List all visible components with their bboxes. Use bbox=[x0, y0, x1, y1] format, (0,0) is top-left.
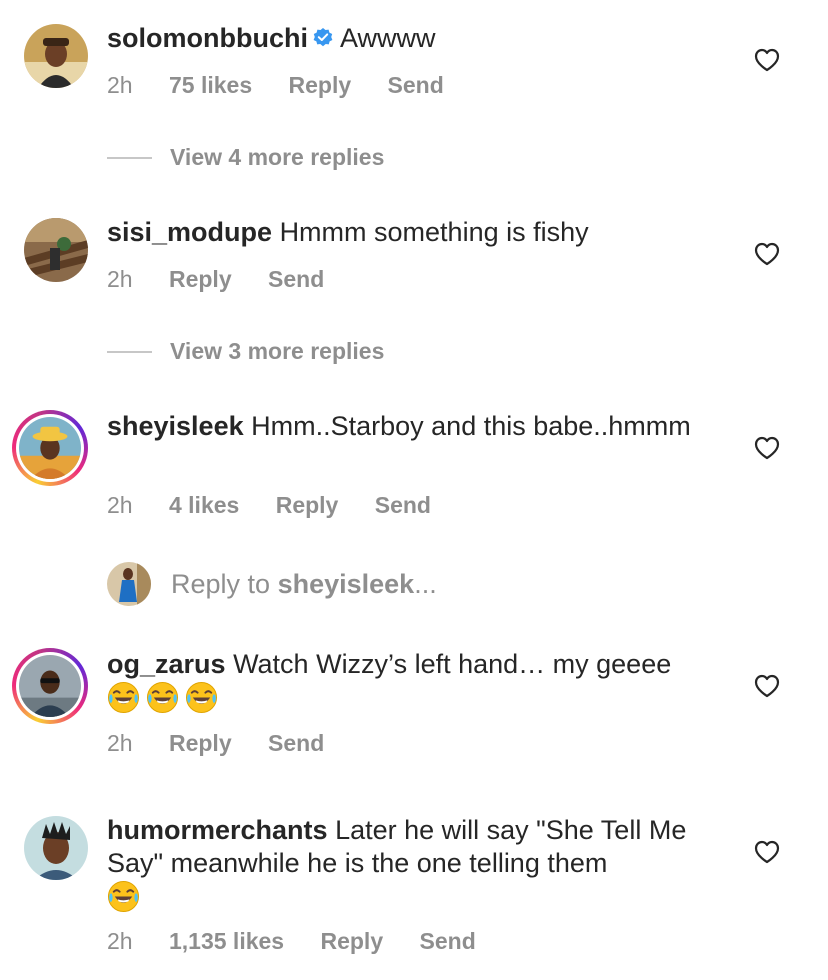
verified-badge-icon bbox=[313, 28, 333, 47]
avatar-image bbox=[19, 417, 81, 479]
comment-text-line: og_zarus Watch Wizzy’s left hand… my gee… bbox=[107, 648, 727, 716]
comment-time: 2h bbox=[107, 492, 133, 518]
view-more-replies-label: View 3 more replies bbox=[170, 338, 385, 364]
comment-text: Hmm..Starboy and this babe..hmmm bbox=[251, 411, 691, 441]
heart-outline-icon[interactable] bbox=[754, 674, 780, 698]
comment-meta: 2h 4 likes Reply Send bbox=[107, 492, 431, 519]
avatar-solomonbbuchi[interactable] bbox=[24, 24, 88, 88]
comment-time: 2h bbox=[107, 72, 133, 98]
comment-username[interactable]: og_zarus bbox=[107, 649, 226, 679]
reply-to-prefix: Reply to bbox=[171, 568, 271, 599]
comment-text-line: sisi_modupe Hmmm something is fishy bbox=[107, 216, 727, 249]
divider-line bbox=[107, 156, 152, 159]
comment-meta: 2h 1,135 likes Reply Send bbox=[107, 928, 476, 955]
heart-outline-icon[interactable] bbox=[754, 436, 780, 460]
divider-line bbox=[107, 350, 152, 353]
likes-count[interactable]: 1,135 likes bbox=[169, 928, 284, 955]
avatar-image bbox=[19, 655, 81, 717]
face-with-tears-of-joy-emoji bbox=[146, 681, 179, 714]
comment-text: Watch Wizzy’s left hand… my geeee bbox=[233, 649, 672, 679]
avatar-og_zarus[interactable] bbox=[12, 648, 88, 724]
send-button[interactable]: Send bbox=[268, 730, 324, 757]
reply-button[interactable]: Reply bbox=[320, 928, 383, 955]
send-button[interactable]: Send bbox=[375, 492, 431, 519]
reply-button[interactable]: Reply bbox=[169, 730, 232, 757]
comment-username[interactable]: humormerchants bbox=[107, 815, 328, 845]
comment-text-line: solomonbbuchi Awwww bbox=[107, 22, 727, 55]
reply-button[interactable]: Reply bbox=[276, 492, 339, 519]
comment-username[interactable]: solomonbbuchi bbox=[107, 23, 308, 53]
comment-text-line: sheyisleek Hmm..Starboy and this babe..h… bbox=[107, 410, 727, 443]
send-button[interactable]: Send bbox=[388, 72, 444, 99]
comment-meta: 2h Reply Send bbox=[107, 730, 324, 757]
story-ring bbox=[16, 414, 84, 482]
current-user-avatar bbox=[107, 562, 151, 606]
face-with-tears-of-joy-emoji bbox=[185, 681, 218, 714]
heart-outline-icon[interactable] bbox=[754, 840, 780, 864]
view-more-replies-button[interactable]: View 4 more replies bbox=[107, 144, 384, 171]
reply-button[interactable]: Reply bbox=[169, 266, 232, 293]
story-ring bbox=[16, 652, 84, 720]
view-more-replies-label: View 4 more replies bbox=[170, 144, 385, 170]
face-with-tears-of-joy-emoji bbox=[107, 880, 140, 913]
avatar-humormerchants[interactable] bbox=[24, 816, 88, 880]
send-button[interactable]: Send bbox=[268, 266, 324, 293]
avatar-image bbox=[24, 24, 88, 88]
avatar-image bbox=[24, 218, 88, 282]
comment-username[interactable]: sisi_modupe bbox=[107, 217, 272, 247]
reply-to-username: sheyisleek bbox=[277, 568, 415, 599]
reply-to-input[interactable]: Reply to sheyisleek... bbox=[107, 562, 437, 606]
comment-text: Awwww bbox=[339, 23, 436, 53]
comment-meta: 2h Reply Send bbox=[107, 266, 324, 293]
reply-to-ellipsis: ... bbox=[414, 568, 437, 599]
comment-text: Hmmm something is fishy bbox=[279, 217, 589, 247]
comment-text-line: humormerchants Later he will say "She Te… bbox=[107, 814, 727, 915]
view-more-replies-button[interactable]: View 3 more replies bbox=[107, 338, 384, 365]
likes-count[interactable]: 75 likes bbox=[169, 72, 252, 99]
avatar-image bbox=[24, 816, 88, 880]
comment-username[interactable]: sheyisleek bbox=[107, 411, 244, 441]
avatar-sheyisleek[interactable] bbox=[12, 410, 88, 486]
avatar-sisi_modupe[interactable] bbox=[24, 218, 88, 282]
send-button[interactable]: Send bbox=[420, 928, 476, 955]
comment-time: 2h bbox=[107, 266, 133, 292]
comment-time: 2h bbox=[107, 730, 133, 756]
heart-outline-icon[interactable] bbox=[754, 48, 780, 72]
heart-outline-icon[interactable] bbox=[754, 242, 780, 266]
reply-to-label: Reply to sheyisleek... bbox=[171, 569, 437, 600]
comment-meta: 2h 75 likes Reply Send bbox=[107, 72, 444, 99]
face-with-tears-of-joy-emoji bbox=[107, 681, 140, 714]
reply-button[interactable]: Reply bbox=[289, 72, 352, 99]
likes-count[interactable]: 4 likes bbox=[169, 492, 239, 519]
comment-time: 2h bbox=[107, 928, 133, 954]
